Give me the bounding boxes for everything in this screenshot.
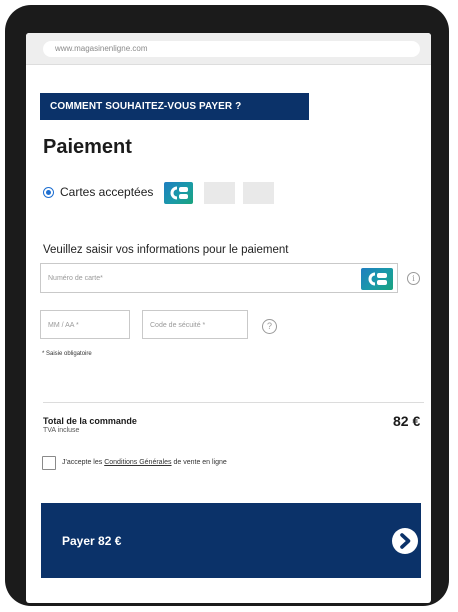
page-title: Paiement — [43, 136, 132, 158]
section-banner: COMMENT SOUHAITEZ-VOUS PAYER ? — [40, 93, 309, 120]
order-total-label: Total de la commande — [43, 416, 137, 426]
security-code-input[interactable]: Code de sécuité * — [142, 310, 248, 339]
chevron-right-icon — [392, 528, 418, 554]
browser-topbar: www.magasinenligne.com — [26, 33, 431, 65]
card-logo-placeholder — [243, 182, 274, 204]
terms-prefix: J'accepte les — [62, 459, 105, 466]
terms-text: J'accepte les Conditions Générales de ve… — [62, 459, 227, 466]
pay-button[interactable]: Payer 82 € — [41, 503, 421, 578]
required-fields-note: * Saisie obligatoire — [42, 351, 92, 357]
tablet-frame: www.magasinenligne.com COMMENT SOUHAITEZ… — [5, 5, 449, 606]
terms-link[interactable]: Conditions Générales — [104, 459, 171, 466]
cb-card-logo-icon — [361, 268, 393, 290]
card-number-input[interactable]: Numéro de carte* — [40, 263, 398, 293]
pay-button-label: Payer 82 € — [62, 534, 122, 548]
url-bar[interactable]: www.magasinenligne.com — [43, 41, 420, 57]
info-icon[interactable]: i — [407, 272, 420, 285]
card-logo-placeholder — [204, 182, 235, 204]
vat-included-label: TVA incluse — [43, 427, 80, 434]
terms-checkbox[interactable] — [42, 456, 56, 470]
payment-method-label: Cartes acceptées — [60, 185, 154, 199]
expiry-date-input[interactable]: MM / AA * — [40, 310, 130, 339]
divider — [43, 402, 424, 403]
tablet-screen: www.magasinenligne.com COMMENT SOUHAITEZ… — [26, 33, 431, 603]
order-total-amount: 82 € — [393, 413, 421, 429]
payment-method-radio[interactable] — [43, 187, 54, 198]
help-question-icon[interactable]: ? — [262, 319, 277, 334]
cb-card-logo-icon — [164, 182, 193, 204]
terms-suffix: de vente en ligne — [171, 459, 227, 466]
payment-form-title: Veuillez saisir vos informations pour le… — [43, 244, 289, 256]
